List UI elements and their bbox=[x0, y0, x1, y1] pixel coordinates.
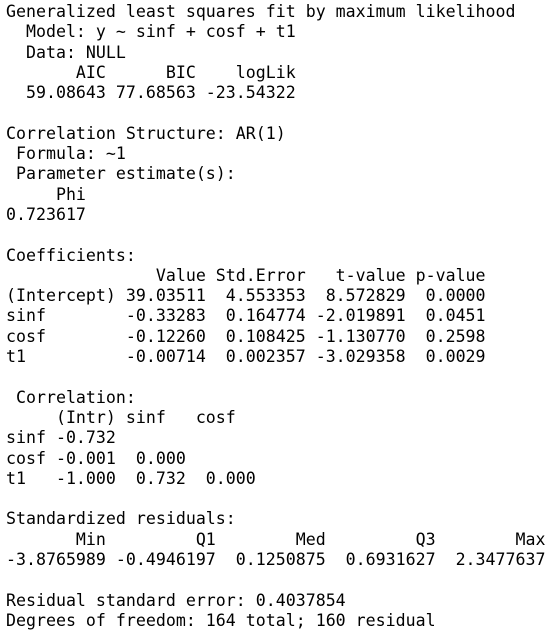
coefficient-row-intercept: (Intercept) 39.03511 4.553353 8.572829 0… bbox=[6, 286, 486, 306]
correlation-title: Correlation: bbox=[6, 387, 136, 407]
fit-stats-values: 59.08643 77.68563 -23.54322 bbox=[6, 83, 296, 103]
coefficient-row-t1: t1 -0.00714 0.002357 -3.029358 0.0029 bbox=[6, 347, 486, 367]
coefficients-header: Value Std.Error t-value p-value bbox=[6, 265, 486, 285]
phi-header: Phi bbox=[6, 184, 86, 204]
correlation-header: (Intr) sinf cosf bbox=[6, 407, 236, 427]
correlation-row-cosf: cosf -0.001 0.000 bbox=[6, 448, 186, 468]
standardized-residuals-title: Standardized residuals: bbox=[6, 509, 236, 529]
residuals-header: Min Q1 Med Q3 Max bbox=[6, 529, 546, 549]
residuals-values: -3.8765989 -0.4946197 0.1250875 0.693162… bbox=[6, 550, 546, 570]
coefficient-row-cosf: cosf -0.12260 0.108425 -1.130770 0.2598 bbox=[6, 326, 486, 346]
residual-standard-error-line: Residual standard error: 0.4037854 bbox=[6, 590, 346, 610]
fit-stats-header: AIC BIC logLik bbox=[6, 62, 296, 82]
data-line: Data: NULL bbox=[6, 42, 126, 62]
correlation-row-t1: t1 -1.000 0.732 0.000 bbox=[6, 468, 256, 488]
gls-title-line: Generalized least squares fit by maximum… bbox=[6, 2, 516, 21]
degrees-of-freedom-line: Degrees of freedom: 164 total; 160 resid… bbox=[6, 610, 436, 630]
phi-value: 0.723617 bbox=[6, 204, 86, 224]
model-formula-line: Model: y ~ sinf + cosf + t1 bbox=[6, 22, 296, 42]
correlation-row-sinf: sinf -0.732 bbox=[6, 428, 116, 448]
correlation-structure-line: Correlation Structure: AR(1) bbox=[6, 123, 286, 143]
parameter-estimates-line: Parameter estimate(s): bbox=[6, 164, 236, 184]
formula-line: Formula: ~1 bbox=[6, 144, 126, 164]
coefficient-row-sinf: sinf -0.33283 0.164774 -2.019891 0.0451 bbox=[6, 306, 486, 326]
r-console-output: Generalized least squares fit by maximum… bbox=[0, 0, 547, 631]
coefficients-title: Coefficients: bbox=[6, 245, 136, 265]
